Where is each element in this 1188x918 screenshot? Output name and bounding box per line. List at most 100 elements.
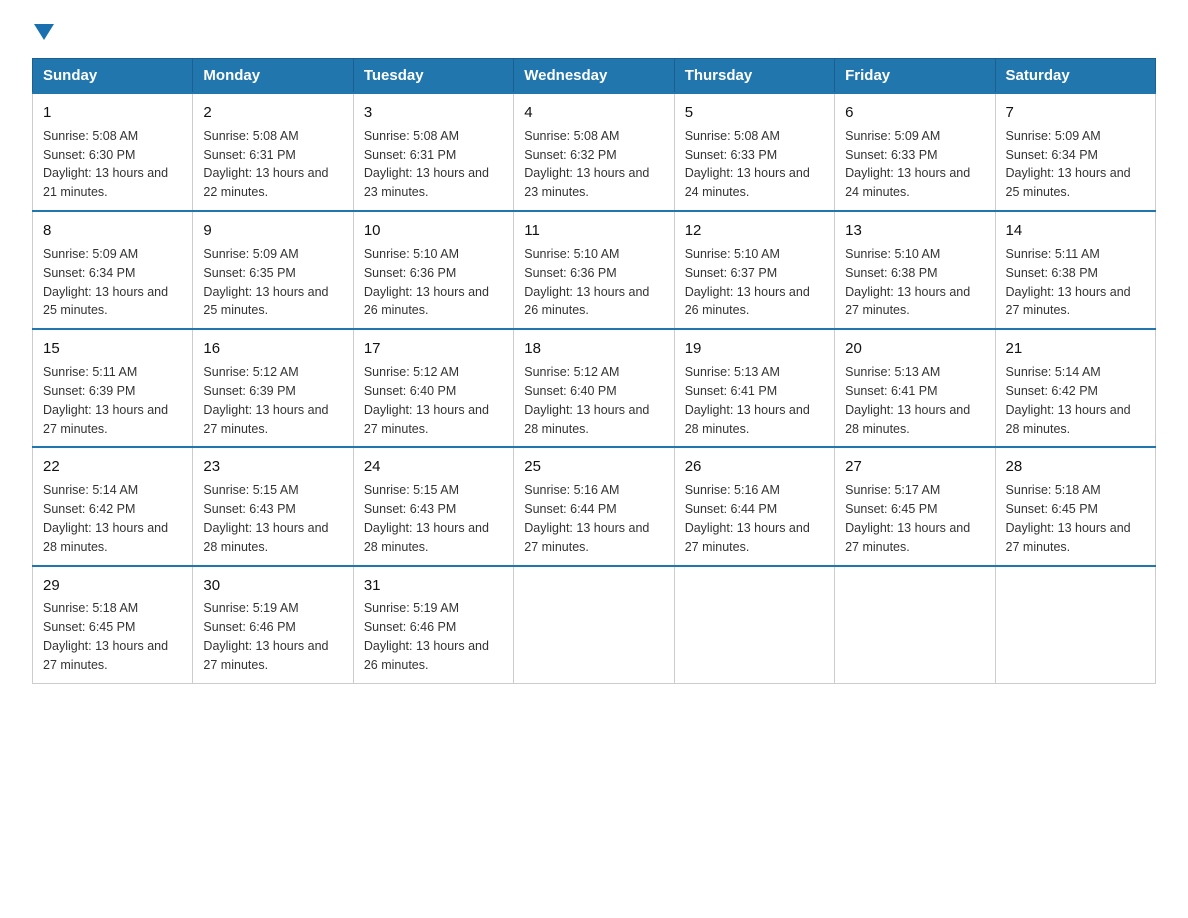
calendar-cell: 2 Sunrise: 5:08 AMSunset: 6:31 PMDaylight… [193, 93, 353, 211]
day-number: 18 [524, 338, 663, 360]
day-number: 2 [203, 102, 342, 124]
day-number: 7 [1006, 102, 1145, 124]
day-number: 23 [203, 456, 342, 478]
calendar-table: SundayMondayTuesdayWednesdayThursdayFrid… [32, 58, 1156, 684]
page-header [32, 24, 1156, 42]
day-number: 10 [364, 220, 503, 242]
calendar-header-row: SundayMondayTuesdayWednesdayThursdayFrid… [33, 59, 1156, 94]
day-number: 31 [364, 575, 503, 597]
calendar-cell: 7 Sunrise: 5:09 AMSunset: 6:34 PMDaylight… [995, 93, 1155, 211]
day-number: 13 [845, 220, 984, 242]
day-number: 24 [364, 456, 503, 478]
day-number: 12 [685, 220, 824, 242]
day-number: 17 [364, 338, 503, 360]
calendar-cell: 1 Sunrise: 5:08 AMSunset: 6:30 PMDaylight… [33, 93, 193, 211]
calendar-week-row: 29Sunrise: 5:18 AMSunset: 6:45 PMDayligh… [33, 566, 1156, 684]
calendar-dow-wednesday: Wednesday [514, 59, 674, 94]
day-info: Sunrise: 5:09 AMSunset: 6:34 PMDaylight:… [1006, 129, 1131, 200]
calendar-cell: 5 Sunrise: 5:08 AMSunset: 6:33 PMDaylight… [674, 93, 834, 211]
day-info: Sunrise: 5:19 AMSunset: 6:46 PMDaylight:… [364, 601, 489, 672]
day-number: 22 [43, 456, 182, 478]
calendar-cell: 24 Sunrise: 5:15 AMSunset: 6:43 PMDayligh… [353, 447, 513, 565]
calendar-cell: 13 Sunrise: 5:10 AMSunset: 6:38 PMDayligh… [835, 211, 995, 329]
day-number: 21 [1006, 338, 1145, 360]
day-info: Sunrise: 5:16 AMSunset: 6:44 PMDaylight:… [685, 483, 810, 554]
calendar-week-row: 8 Sunrise: 5:09 AMSunset: 6:34 PMDaylight… [33, 211, 1156, 329]
day-info: Sunrise: 5:10 AMSunset: 6:37 PMDaylight:… [685, 247, 810, 318]
day-info: Sunrise: 5:13 AMSunset: 6:41 PMDaylight:… [845, 365, 970, 436]
day-info: Sunrise: 5:18 AMSunset: 6:45 PMDaylight:… [1006, 483, 1131, 554]
day-info: Sunrise: 5:15 AMSunset: 6:43 PMDaylight:… [203, 483, 328, 554]
calendar-cell: 3 Sunrise: 5:08 AMSunset: 6:31 PMDaylight… [353, 93, 513, 211]
calendar-cell: 18 Sunrise: 5:12 AMSunset: 6:40 PMDayligh… [514, 329, 674, 447]
day-info: Sunrise: 5:11 AMSunset: 6:39 PMDaylight:… [43, 365, 168, 436]
calendar-cell: 15 Sunrise: 5:11 AMSunset: 6:39 PMDayligh… [33, 329, 193, 447]
day-info: Sunrise: 5:09 AMSunset: 6:33 PMDaylight:… [845, 129, 970, 200]
day-number: 27 [845, 456, 984, 478]
calendar-dow-tuesday: Tuesday [353, 59, 513, 94]
calendar-cell: 6 Sunrise: 5:09 AMSunset: 6:33 PMDaylight… [835, 93, 995, 211]
day-info: Sunrise: 5:09 AMSunset: 6:35 PMDaylight:… [203, 247, 328, 318]
day-info: Sunrise: 5:15 AMSunset: 6:43 PMDaylight:… [364, 483, 489, 554]
calendar-cell: 16Sunrise: 5:12 AMSunset: 6:39 PMDayligh… [193, 329, 353, 447]
calendar-cell: 26 Sunrise: 5:16 AMSunset: 6:44 PMDayligh… [674, 447, 834, 565]
day-info: Sunrise: 5:10 AMSunset: 6:36 PMDaylight:… [524, 247, 649, 318]
day-number: 16 [203, 338, 342, 360]
day-info: Sunrise: 5:14 AMSunset: 6:42 PMDaylight:… [43, 483, 168, 554]
day-number: 9 [203, 220, 342, 242]
day-number: 15 [43, 338, 182, 360]
day-info: Sunrise: 5:09 AMSunset: 6:34 PMDaylight:… [43, 247, 168, 318]
calendar-dow-sunday: Sunday [33, 59, 193, 94]
calendar-dow-monday: Monday [193, 59, 353, 94]
logo [32, 24, 54, 42]
day-number: 28 [1006, 456, 1145, 478]
day-number: 14 [1006, 220, 1145, 242]
calendar-cell: 20 Sunrise: 5:13 AMSunset: 6:41 PMDayligh… [835, 329, 995, 447]
day-info: Sunrise: 5:14 AMSunset: 6:42 PMDaylight:… [1006, 365, 1131, 436]
day-info: Sunrise: 5:12 AMSunset: 6:40 PMDaylight:… [524, 365, 649, 436]
calendar-cell [835, 566, 995, 684]
day-number: 26 [685, 456, 824, 478]
day-info: Sunrise: 5:10 AMSunset: 6:38 PMDaylight:… [845, 247, 970, 318]
calendar-cell: 19Sunrise: 5:13 AMSunset: 6:41 PMDayligh… [674, 329, 834, 447]
day-info: Sunrise: 5:08 AMSunset: 6:33 PMDaylight:… [685, 129, 810, 200]
day-info: Sunrise: 5:08 AMSunset: 6:31 PMDaylight:… [203, 129, 328, 200]
calendar-cell: 23 Sunrise: 5:15 AMSunset: 6:43 PMDayligh… [193, 447, 353, 565]
day-number: 30 [203, 575, 342, 597]
calendar-cell: 25Sunrise: 5:16 AMSunset: 6:44 PMDayligh… [514, 447, 674, 565]
day-info: Sunrise: 5:19 AMSunset: 6:46 PMDaylight:… [203, 601, 328, 672]
calendar-cell: 28 Sunrise: 5:18 AMSunset: 6:45 PMDayligh… [995, 447, 1155, 565]
calendar-dow-thursday: Thursday [674, 59, 834, 94]
day-number: 4 [524, 102, 663, 124]
calendar-cell [514, 566, 674, 684]
calendar-cell [995, 566, 1155, 684]
calendar-cell: 21 Sunrise: 5:14 AMSunset: 6:42 PMDayligh… [995, 329, 1155, 447]
calendar-week-row: 22 Sunrise: 5:14 AMSunset: 6:42 PMDayligh… [33, 447, 1156, 565]
day-info: Sunrise: 5:18 AMSunset: 6:45 PMDaylight:… [43, 601, 168, 672]
calendar-cell: 27Sunrise: 5:17 AMSunset: 6:45 PMDayligh… [835, 447, 995, 565]
calendar-cell: 22 Sunrise: 5:14 AMSunset: 6:42 PMDayligh… [33, 447, 193, 565]
day-number: 3 [364, 102, 503, 124]
calendar-cell: 10 Sunrise: 5:10 AMSunset: 6:36 PMDayligh… [353, 211, 513, 329]
day-info: Sunrise: 5:16 AMSunset: 6:44 PMDaylight:… [524, 483, 649, 554]
day-info: Sunrise: 5:08 AMSunset: 6:31 PMDaylight:… [364, 129, 489, 200]
day-number: 5 [685, 102, 824, 124]
calendar-dow-friday: Friday [835, 59, 995, 94]
calendar-week-row: 15 Sunrise: 5:11 AMSunset: 6:39 PMDayligh… [33, 329, 1156, 447]
day-number: 8 [43, 220, 182, 242]
calendar-cell: 17Sunrise: 5:12 AMSunset: 6:40 PMDayligh… [353, 329, 513, 447]
day-number: 1 [43, 102, 182, 124]
calendar-cell: 11 Sunrise: 5:10 AMSunset: 6:36 PMDayligh… [514, 211, 674, 329]
day-info: Sunrise: 5:11 AMSunset: 6:38 PMDaylight:… [1006, 247, 1131, 318]
calendar-cell [674, 566, 834, 684]
day-number: 6 [845, 102, 984, 124]
day-number: 20 [845, 338, 984, 360]
day-info: Sunrise: 5:13 AMSunset: 6:41 PMDaylight:… [685, 365, 810, 436]
calendar-cell: 14 Sunrise: 5:11 AMSunset: 6:38 PMDayligh… [995, 211, 1155, 329]
calendar-week-row: 1 Sunrise: 5:08 AMSunset: 6:30 PMDaylight… [33, 93, 1156, 211]
day-info: Sunrise: 5:08 AMSunset: 6:30 PMDaylight:… [43, 129, 168, 200]
calendar-cell: 30 Sunrise: 5:19 AMSunset: 6:46 PMDayligh… [193, 566, 353, 684]
day-info: Sunrise: 5:10 AMSunset: 6:36 PMDaylight:… [364, 247, 489, 318]
calendar-dow-saturday: Saturday [995, 59, 1155, 94]
day-number: 11 [524, 220, 663, 242]
